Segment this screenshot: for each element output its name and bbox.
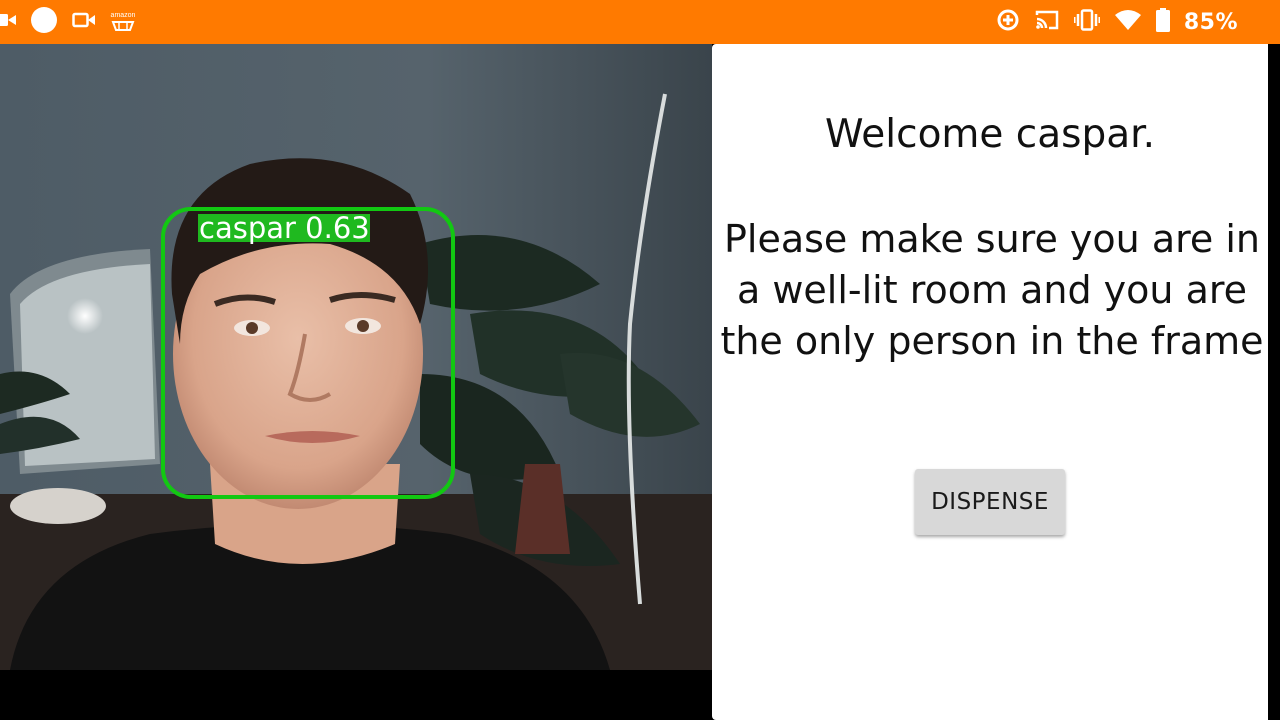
face-detection-box: [161, 207, 455, 499]
data-saver-icon: [996, 8, 1020, 37]
amazon-prime-icon: amazon: [110, 11, 136, 33]
video-camera-icon: [72, 11, 96, 34]
face-detection-label: caspar 0.63: [199, 211, 370, 245]
video-camera-icon: [0, 11, 16, 34]
instruction-message: Please make sure you are in a well-lit r…: [720, 217, 1264, 363]
right-edge-strip: [1268, 44, 1280, 720]
record-dot-icon: [30, 6, 58, 39]
status-bar-right: 85%: [996, 0, 1238, 44]
wifi-icon: [1114, 9, 1142, 36]
battery-icon: [1155, 7, 1170, 37]
welcome-message: Welcome caspar.: [825, 112, 1155, 157]
welcome-panel: Welcome caspar. Please make sure you are…: [712, 44, 1268, 720]
battery-percent: 85%: [1183, 9, 1238, 35]
cast-icon: [1034, 9, 1060, 36]
camera-bottom-bar: [0, 670, 712, 720]
camera-preview: caspar 0.63: [0, 44, 712, 670]
status-bar-left: amazon: [0, 0, 136, 44]
status-bar: amazon 85%: [0, 0, 1280, 44]
vibrate-icon: [1073, 8, 1101, 36]
dispense-button[interactable]: DISPENSE: [915, 469, 1065, 535]
